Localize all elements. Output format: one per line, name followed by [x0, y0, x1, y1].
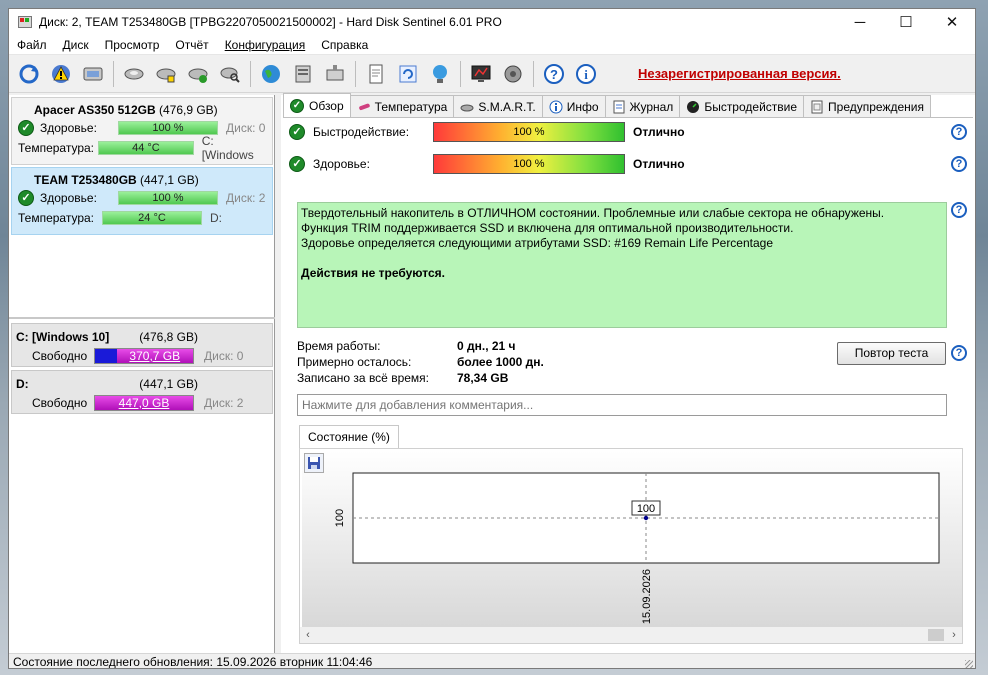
tab-overview[interactable]: ✓ Обзор	[283, 93, 351, 117]
close-button[interactable]: ✕	[929, 9, 975, 35]
check-icon: ✓	[290, 98, 304, 113]
detail-panel: ✓ Обзор Температура S.M.A.R.T. Инфо Журна…	[281, 93, 975, 655]
disk-card-team[interactable]: TEAM T253480GB (447,1 GB) ✓ Здоровье: 10…	[11, 167, 273, 235]
network-globe-icon[interactable]	[426, 60, 454, 88]
status-message: Твердотельный накопитель в ОТЛИЧНОМ сост…	[297, 202, 947, 328]
help-icon[interactable]: ?	[540, 60, 568, 88]
retest-help-icon[interactable]: ?	[951, 345, 967, 361]
disk-name: Apacer AS350 512GB (476,9 GB)	[34, 103, 218, 117]
disk-check-icon[interactable]	[184, 60, 212, 88]
window-title: Диск: 2, TEAM T253480GB [TPBG22070500215…	[39, 15, 502, 29]
partition-card-d[interactable]: D: (447,1 GB) Свободно 447,0 GB Диск: 2	[11, 370, 273, 414]
disk-list-panel: Apacer AS350 512GB (476,9 GB) ✓ Здоровье…	[9, 95, 275, 655]
disk-icon	[460, 104, 474, 111]
retest-button[interactable]: Повтор теста	[837, 342, 946, 365]
health-ok-icon: ✓	[289, 156, 305, 172]
y-tick-label: 100	[334, 509, 346, 527]
toolbar: ? i Незарегистрированная версия.	[9, 55, 975, 93]
message-help-icon[interactable]: ?	[951, 202, 967, 218]
info-icon[interactable]: i	[572, 60, 600, 88]
tab-temperature[interactable]: Температура	[349, 95, 455, 117]
gauge-icon	[687, 100, 700, 113]
health-bar: 100 %	[118, 121, 218, 135]
tab-smart[interactable]: S.M.A.R.T.	[453, 95, 543, 117]
menu-file[interactable]: Файл	[9, 35, 55, 55]
log-icon	[613, 100, 625, 113]
globe-icon[interactable]	[257, 60, 285, 88]
free-space-bar: 370,7 GB	[94, 347, 194, 364]
menu-help[interactable]: Справка	[313, 35, 376, 55]
health-chart: 100 100 15.09.2026 ‹ ›	[299, 448, 963, 644]
performance-row: ✓ Быстродействие: 100 % Отлично	[289, 122, 685, 142]
performance-ok-icon: ✓	[289, 124, 305, 140]
temperature-bar: 24 °C	[102, 211, 202, 225]
thermometer-icon	[358, 103, 370, 110]
health-ok-icon: ✓	[18, 120, 34, 136]
health-row: ✓ Здоровье: 100 % Отлично	[289, 154, 685, 174]
written-row: Записано за всё время: 78,34 GB	[297, 371, 509, 385]
data-point	[643, 515, 649, 521]
disk-surface-icon[interactable]	[152, 60, 180, 88]
x-tick-label: 15.09.2026	[641, 569, 653, 624]
tab-performance[interactable]: Быстродействие	[679, 95, 805, 117]
performance-bar: 100 %	[433, 122, 625, 142]
uptime-row: Время работы: 0 дн., 21 ч	[297, 339, 516, 353]
tab-log[interactable]: Журнал	[604, 95, 681, 117]
minimize-button[interactable]: ─	[837, 9, 883, 35]
remaining-row: Примерно осталось: более 1000 дн.	[297, 355, 544, 369]
disk-info-icon[interactable]	[79, 60, 107, 88]
svg-text:?: ?	[550, 67, 558, 82]
maximize-button[interactable]: ☐	[883, 9, 929, 35]
tab-warnings[interactable]: Предупреждения	[803, 95, 931, 117]
sound-icon[interactable]	[499, 60, 527, 88]
tab-strip: ✓ Обзор Температура S.M.A.R.T. Инфо Журна…	[283, 93, 931, 117]
temperature-bar: 44 °C	[98, 141, 194, 155]
disk-name: TEAM T253480GB (447,1 GB)	[34, 173, 199, 187]
network-disk-icon[interactable]	[321, 60, 349, 88]
chart-scrollbar[interactable]: ‹ ›	[300, 627, 962, 643]
performance-help-icon[interactable]: ?	[951, 124, 967, 140]
monitor-icon[interactable]	[467, 60, 495, 88]
health-bar: 100 %	[118, 191, 218, 205]
data-label: 100	[637, 503, 655, 515]
health-help-icon[interactable]: ?	[951, 156, 967, 172]
health-ok-icon: ✓	[18, 190, 34, 206]
resize-grip-icon[interactable]	[965, 660, 973, 668]
overview-pane: ✓ Быстродействие: 100 % Отлично ? ✓ Здор…	[283, 117, 973, 655]
disk-test-icon[interactable]	[120, 60, 148, 88]
disk-card-apacer[interactable]: Apacer AS350 512GB (476,9 GB) ✓ Здоровье…	[11, 97, 273, 165]
menu-disk[interactable]: Диск	[55, 35, 97, 55]
report-icon[interactable]	[362, 60, 390, 88]
sync-icon[interactable]	[394, 60, 422, 88]
menu-bar: Файл Диск Просмотр Отчёт Конфигурация Сп…	[9, 35, 975, 55]
svg-text:i: i	[584, 67, 588, 82]
menu-report[interactable]: Отчёт	[167, 35, 216, 55]
warning-page-icon	[811, 100, 823, 113]
health-bar: 100 %	[433, 154, 625, 174]
disk-search-icon[interactable]	[216, 60, 244, 88]
scroll-left-icon: ‹	[306, 629, 310, 641]
info-icon	[549, 100, 563, 113]
warning-disk-icon[interactable]	[47, 60, 75, 88]
tab-info[interactable]: Инфо	[541, 95, 606, 117]
scroll-thumb	[928, 629, 944, 641]
menu-configuration[interactable]: Конфигурация	[217, 35, 314, 55]
title-bar[interactable]: Диск: 2, TEAM T253480GB [TPBG22070500215…	[9, 9, 975, 35]
server-icon[interactable]	[289, 60, 317, 88]
unregistered-link[interactable]: Незарегистрированная версия.	[638, 66, 841, 81]
menu-view[interactable]: Просмотр	[97, 35, 168, 55]
chart-svg: 100 100 15.09.2026	[334, 472, 940, 624]
free-space-bar: 447,0 GB	[94, 394, 194, 411]
app-icon	[17, 15, 33, 29]
status-bar: Состояние последнего обновления: 15.09.2…	[9, 653, 975, 668]
refresh-icon[interactable]	[15, 60, 43, 88]
comment-input[interactable]	[297, 394, 947, 416]
scroll-right-icon: ›	[952, 629, 956, 641]
tab-health-chart[interactable]: Состояние (%)	[299, 425, 399, 448]
app-window: Диск: 2, TEAM T253480GB [TPBG22070500215…	[8, 8, 976, 669]
partition-card-c[interactable]: C: [Windows 10] (476,8 GB) Свободно 370,…	[11, 323, 273, 367]
